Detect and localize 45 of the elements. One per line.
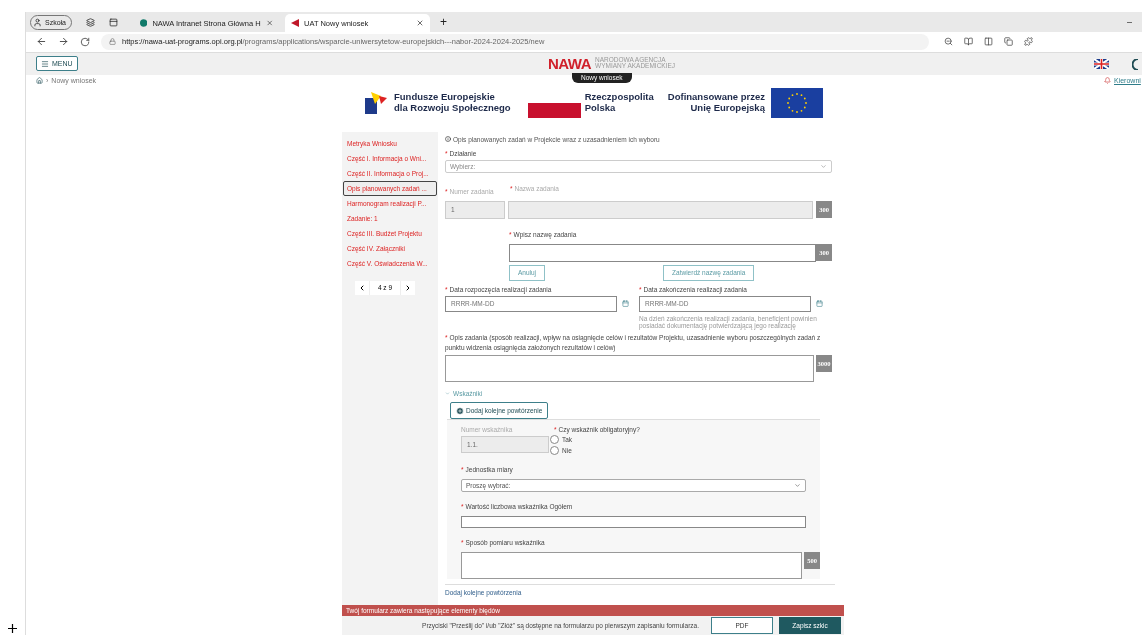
description-field[interactable] [445, 355, 814, 383]
zoom-icon[interactable] [944, 37, 953, 47]
eu-logo-text: Dofinansowane przez Unię Europejską [667, 92, 765, 114]
refresh-icon[interactable] [80, 37, 90, 47]
info-icon [445, 136, 451, 143]
measurement-method-field[interactable] [461, 552, 802, 580]
flag-icon[interactable] [1094, 58, 1109, 69]
tab-favicon-icon [140, 19, 148, 27]
eu-flag-icon [770, 87, 823, 118]
workspaces-icon[interactable] [86, 17, 95, 27]
bell-icon [1104, 76, 1111, 84]
lock-icon [109, 38, 116, 46]
task-name-input[interactable] [509, 243, 816, 262]
user-icon [33, 17, 42, 27]
chevron-down-icon [445, 391, 450, 397]
calendar-icon [621, 300, 629, 308]
chevron-right-icon [404, 283, 412, 292]
poland-flag-icon [527, 102, 581, 118]
country-logo-text: Rzeczpospolita Polska [584, 92, 654, 114]
close-icon[interactable] [265, 19, 273, 27]
extensions-icon[interactable] [1024, 37, 1033, 47]
program-logo-icon [363, 89, 389, 116]
contrast-icon[interactable] [1132, 58, 1138, 70]
plus-circle-icon [456, 406, 464, 415]
back-icon[interactable] [36, 36, 47, 48]
chevron-left-icon [358, 283, 366, 292]
tab-favicon-icon [291, 19, 299, 27]
calendar-icon [815, 300, 823, 308]
menu-icon [41, 59, 49, 68]
program-logo-text: Fundusze Europejskie dla Rozwoju Społecznego [394, 92, 511, 114]
indicator-value-field[interactable] [461, 516, 806, 529]
forward-icon[interactable] [58, 36, 69, 48]
new-tab-button[interactable]: + [440, 15, 448, 29]
radio-button[interactable] [550, 446, 559, 456]
home-icon[interactable] [36, 77, 43, 85]
close-icon[interactable] [416, 19, 424, 27]
read-aloud-icon[interactable] [964, 37, 973, 47]
minimize-button[interactable]: – [1127, 17, 1132, 27]
chevron-down-icon [820, 162, 827, 170]
crosshair-icon [8, 624, 17, 633]
radio-button[interactable] [550, 435, 559, 445]
collections-icon[interactable] [1004, 37, 1013, 47]
split-screen-icon[interactable] [984, 37, 993, 47]
chevron-down-icon [794, 482, 801, 490]
tab-actions-icon[interactable] [109, 17, 118, 27]
